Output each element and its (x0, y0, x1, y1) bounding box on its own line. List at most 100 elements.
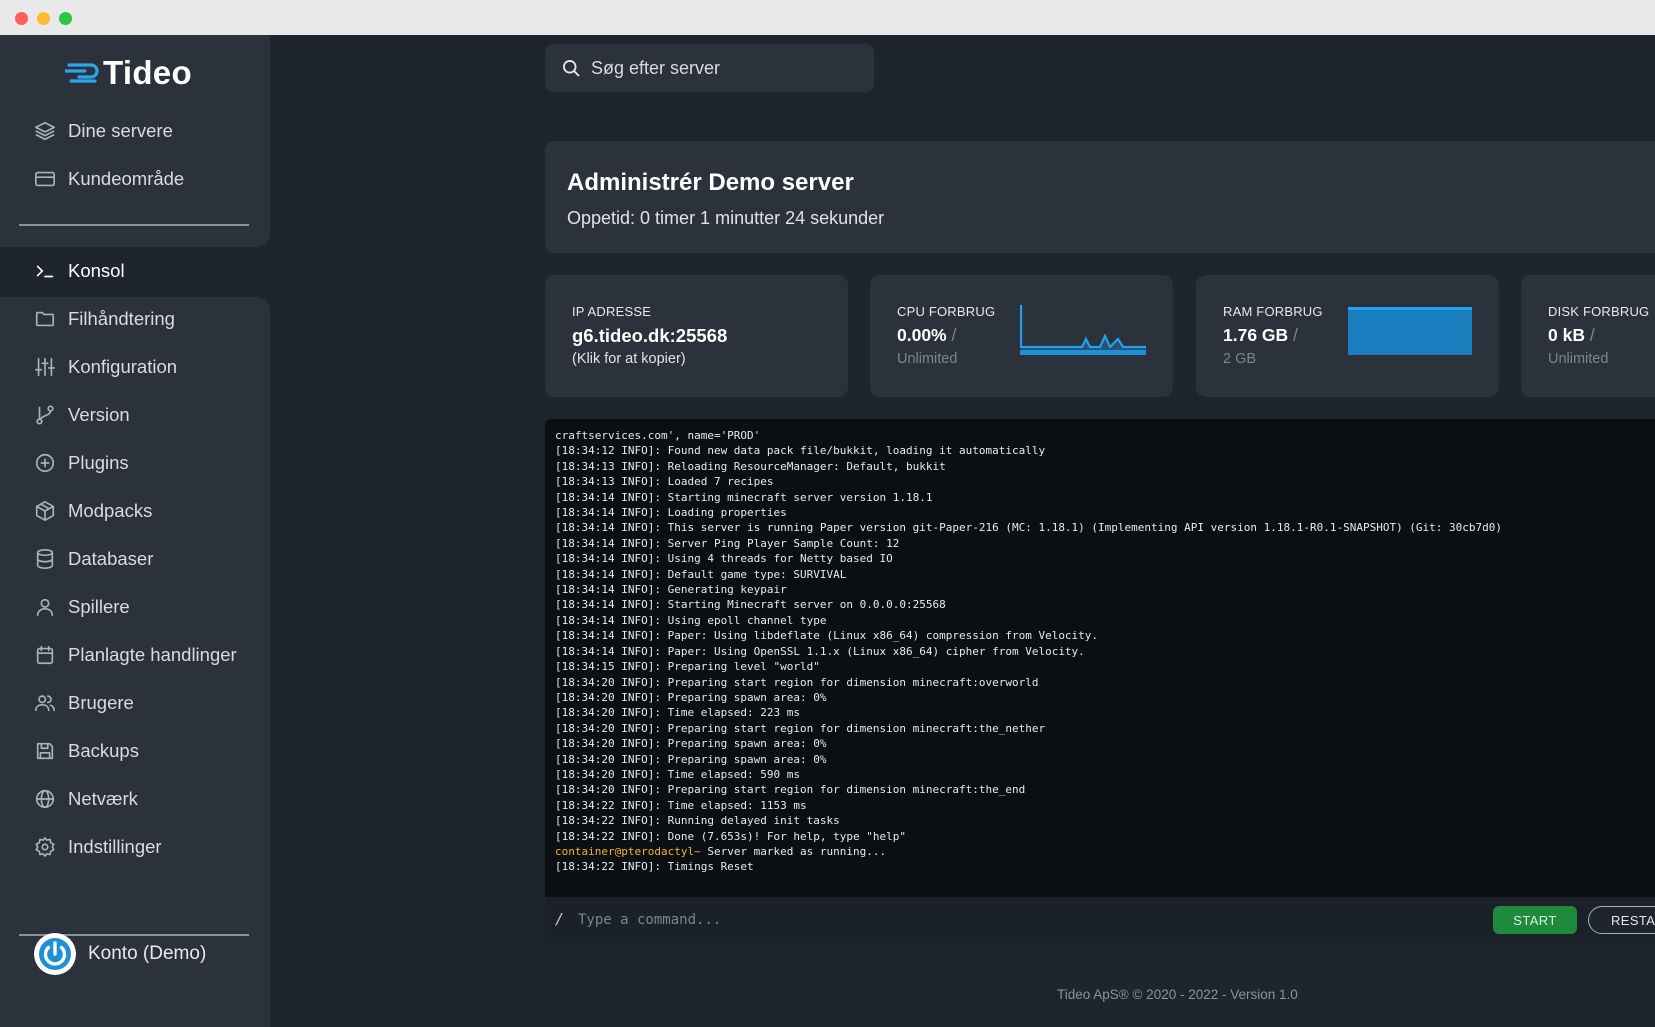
users-icon (34, 692, 56, 714)
console-line: [18:34:20 INFO]: Time elapsed: 223 ms (555, 706, 801, 720)
console-line: craftservices.com', name='PROD' (555, 429, 761, 442)
maximize-window-button[interactable] (59, 12, 72, 25)
restart-button[interactable]: RESTART (1588, 906, 1655, 934)
disk-label: DISK FORBRUG (1548, 304, 1650, 319)
logo[interactable]: Tideo (65, 53, 192, 93)
power-icon (35, 934, 75, 974)
command-prefix: / (555, 910, 565, 928)
calendar-icon (34, 644, 56, 666)
sidebar-item-label: Kundeområde (68, 168, 185, 189)
settings-icon (34, 836, 56, 858)
console-line: [18:34:14 INFO]: Default game type: SURV… (555, 567, 847, 581)
console-line: [18:34:14 INFO]: Starting Minecraft serv… (555, 598, 946, 612)
app-window: Tideo Dine servere Kundeområde Konsol Fi… (0, 0, 1655, 1027)
sidebar-item-backups[interactable]: Backups (19, 728, 270, 774)
sidebar-item-konsol[interactable]: Konsol (19, 248, 270, 294)
package-icon (34, 500, 56, 522)
sidebar-item-label: Databaser (68, 548, 154, 569)
ram-value: 1.76 GB (1223, 325, 1289, 345)
footer-text: Tideo ApS® © 2020 - 2022 - Version 1.0 (1057, 987, 1298, 1002)
sidebar-item-label: Konsol (68, 260, 125, 281)
sidebar-item-filhaandtering[interactable]: Filhåndtering (19, 296, 270, 342)
console-line: [18:34:14 INFO]: Paper: Using libdeflate… (555, 629, 1099, 643)
console-line: [18:34:22 INFO]: Running delayed init ta… (555, 814, 840, 828)
window-titlebar (0, 0, 1655, 35)
sidebar-item-label: Plugins (68, 452, 129, 473)
ip-copy-hint: (Klik for at kopier) (572, 351, 686, 367)
console-line: [18:34:14 INFO]: Using 4 threads for Net… (555, 552, 893, 566)
console-line: [18:34:20 INFO]: Preparing start region … (555, 783, 1026, 797)
sidebar-item-databaser[interactable]: Databaser (19, 536, 270, 582)
disk-limit: Unlimited (1548, 351, 1609, 367)
cpu-label: CPU FORBRUG (897, 304, 996, 319)
sidebar-item-plugins[interactable]: Plugins (19, 440, 270, 486)
command-input[interactable] (578, 908, 1378, 932)
page-title: Administrér Demo server (567, 169, 854, 196)
sidebar: Tideo Dine servere Kundeområde Konsol Fi… (0, 35, 270, 1027)
sidebar-item-label: Indstillinger (68, 836, 162, 857)
console-line: [18:34:22 INFO]: Timings Reset (555, 860, 754, 874)
cpu-limit: Unlimited (897, 351, 958, 367)
search-icon (563, 60, 580, 77)
account-menu[interactable]: Konto (Demo) (34, 933, 206, 975)
logo-text: Tideo (103, 54, 192, 91)
sidebar-item-label: Konfiguration (68, 356, 178, 377)
console-prompt-user: container@pterodactyl~ (555, 844, 701, 858)
console-prompt-text: Server marked as running... (700, 844, 887, 858)
uptime-text: Oppetid: 0 timer 1 minutter 24 sekunder (567, 208, 885, 228)
ram-value-row: 1.76 GB / (1223, 325, 1298, 345)
cpu-sparkline (1020, 305, 1146, 355)
console-line: [18:34:12 INFO]: Found new data pack fil… (555, 444, 1046, 458)
sidebar-item-dine-servere[interactable]: Dine servere (19, 108, 270, 154)
console-line: [18:34:14 INFO]: Starting minecraft serv… (555, 490, 933, 504)
sidebar-item-indstillinger[interactable]: Indstillinger (19, 824, 270, 870)
sliders-icon (34, 356, 56, 378)
console-line: [18:34:20 INFO]: Preparing spawn area: 0… (555, 690, 827, 704)
console-line: [18:34:14 INFO]: Generating keypair (555, 583, 787, 597)
console-line: [18:34:15 INFO]: Preparing level "world" (555, 660, 820, 674)
ip-value: g6.tideo.dk:25568 (572, 325, 728, 346)
sidebar-item-netvaerk[interactable]: Netværk (19, 776, 270, 822)
sidebar-item-label: Dine servere (68, 120, 173, 141)
sidebar-item-modpacks[interactable]: Modpacks (19, 488, 270, 534)
console-line: [18:34:20 INFO]: Preparing start region … (555, 721, 1046, 735)
ip-address-card[interactable]: IP ADRESSE g6.tideo.dk:25568 (Klik for a… (545, 275, 848, 397)
ip-label: IP ADRESSE (572, 304, 652, 319)
cpu-value: 0.00% (897, 325, 947, 345)
user-icon (34, 596, 56, 618)
console-line: [18:34:14 INFO]: This server is running … (555, 521, 1503, 535)
sidebar-item-planlagte-handlinger[interactable]: Planlagte handlinger (19, 632, 270, 678)
ram-limit: 2 GB (1223, 351, 1257, 367)
console-line: [18:34:13 INFO]: Loaded 7 recipes (555, 475, 774, 489)
sidebar-divider (19, 224, 249, 226)
console-lines: craftservices.com', name='PROD' [18:34:12… (555, 428, 1502, 875)
search-bar[interactable] (545, 44, 874, 92)
console-line: [18:34:14 INFO]: Using epoll channel typ… (555, 613, 827, 627)
sidebar-item-konfiguration[interactable]: Konfiguration (19, 344, 270, 390)
console-line: [18:34:20 INFO]: Preparing spawn area: 0… (555, 752, 827, 766)
sidebar-item-kundeomraade[interactable]: Kundeområde (19, 156, 270, 202)
console-line: [18:34:20 INFO]: Time elapsed: 590 ms (555, 767, 801, 781)
console-output[interactable]: craftservices.com', name='PROD' [18:34:12… (545, 419, 1655, 897)
sidebar-item-label: Netværk (68, 788, 138, 809)
terminal-icon (34, 260, 56, 282)
console-line: [18:34:20 INFO]: Preparing start region … (555, 675, 1039, 689)
console-line: [18:34:22 INFO]: Time elapsed: 1153 ms (555, 798, 807, 812)
disk-usage-card: DISK FORBRUG 0 kB / Unlimited (1521, 275, 1655, 397)
git-branch-icon (34, 404, 56, 426)
sidebar-item-label: Modpacks (68, 500, 153, 521)
sidebar-item-spillere[interactable]: Spillere (19, 584, 270, 630)
layers-icon (34, 120, 56, 142)
minimize-window-button[interactable] (37, 12, 50, 25)
folder-icon (34, 308, 56, 330)
start-button[interactable]: START (1493, 906, 1577, 934)
sidebar-item-version[interactable]: Version (19, 392, 270, 438)
console-line: [18:34:13 INFO]: Reloading ResourceManag… (555, 459, 946, 473)
save-icon (34, 740, 56, 762)
search-input[interactable] (591, 57, 851, 79)
server-header-card: Administrér Demo server Oppetid: 0 timer… (545, 141, 1655, 253)
console-line: [18:34:14 INFO]: Server Ping Player Samp… (555, 536, 900, 550)
close-window-button[interactable] (15, 12, 28, 25)
account-label: Konto (Demo) (88, 943, 207, 964)
sidebar-item-brugere[interactable]: Brugere (19, 680, 270, 726)
